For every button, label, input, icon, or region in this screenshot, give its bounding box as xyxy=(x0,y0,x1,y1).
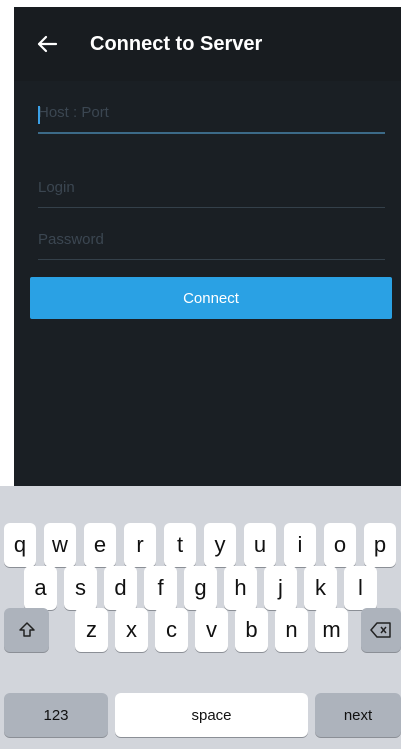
shift-icon xyxy=(18,622,35,637)
key-x[interactable]: x xyxy=(115,608,148,652)
connect-button[interactable]: Connect xyxy=(30,277,392,319)
backspace-icon xyxy=(370,622,391,638)
key-y[interactable]: y xyxy=(204,523,236,567)
on-screen-keyboard: qwertyuiop asdfghjkl zxcvbnm 123 space n… xyxy=(0,486,401,749)
key-f[interactable]: f xyxy=(144,566,177,610)
backspace-key[interactable] xyxy=(361,608,401,652)
host-port-field xyxy=(38,104,385,134)
key-m[interactable]: m xyxy=(315,608,348,652)
password-underline xyxy=(38,259,385,260)
key-w[interactable]: w xyxy=(44,523,76,567)
shift-key[interactable] xyxy=(4,608,49,652)
app-bar: Connect to Server xyxy=(14,7,401,81)
login-underline xyxy=(38,207,385,208)
next-key[interactable]: next xyxy=(315,693,401,737)
key-a[interactable]: a xyxy=(24,566,57,610)
key-u[interactable]: u xyxy=(244,523,276,567)
connect-screen: Connect to Server Connect xyxy=(14,7,401,486)
login-field xyxy=(38,179,385,208)
key-d[interactable]: d xyxy=(104,566,137,610)
numbers-key[interactable]: 123 xyxy=(4,693,108,737)
key-o[interactable]: o xyxy=(324,523,356,567)
key-v[interactable]: v xyxy=(195,608,228,652)
key-s[interactable]: s xyxy=(64,566,97,610)
password-field xyxy=(38,231,385,260)
key-k[interactable]: k xyxy=(304,566,337,610)
key-g[interactable]: g xyxy=(184,566,217,610)
key-z[interactable]: z xyxy=(75,608,108,652)
text-caret xyxy=(38,106,40,124)
back-arrow-icon[interactable] xyxy=(36,33,58,55)
key-i[interactable]: i xyxy=(284,523,316,567)
key-b[interactable]: b xyxy=(235,608,268,652)
key-q[interactable]: q xyxy=(4,523,36,567)
login-input[interactable] xyxy=(38,179,385,196)
key-j[interactable]: j xyxy=(264,566,297,610)
key-r[interactable]: r xyxy=(124,523,156,567)
host-port-input[interactable] xyxy=(38,104,385,121)
key-l[interactable]: l xyxy=(344,566,377,610)
key-n[interactable]: n xyxy=(275,608,308,652)
space-key[interactable]: space xyxy=(115,693,308,737)
host-port-underline xyxy=(38,132,385,134)
key-t[interactable]: t xyxy=(164,523,196,567)
key-e[interactable]: e xyxy=(84,523,116,567)
page-title: Connect to Server xyxy=(90,33,263,55)
password-input[interactable] xyxy=(38,231,385,248)
key-p[interactable]: p xyxy=(364,523,396,567)
key-c[interactable]: c xyxy=(155,608,188,652)
screen: Connect to Server Connect qwertyuiop asd… xyxy=(0,0,401,749)
key-h[interactable]: h xyxy=(224,566,257,610)
